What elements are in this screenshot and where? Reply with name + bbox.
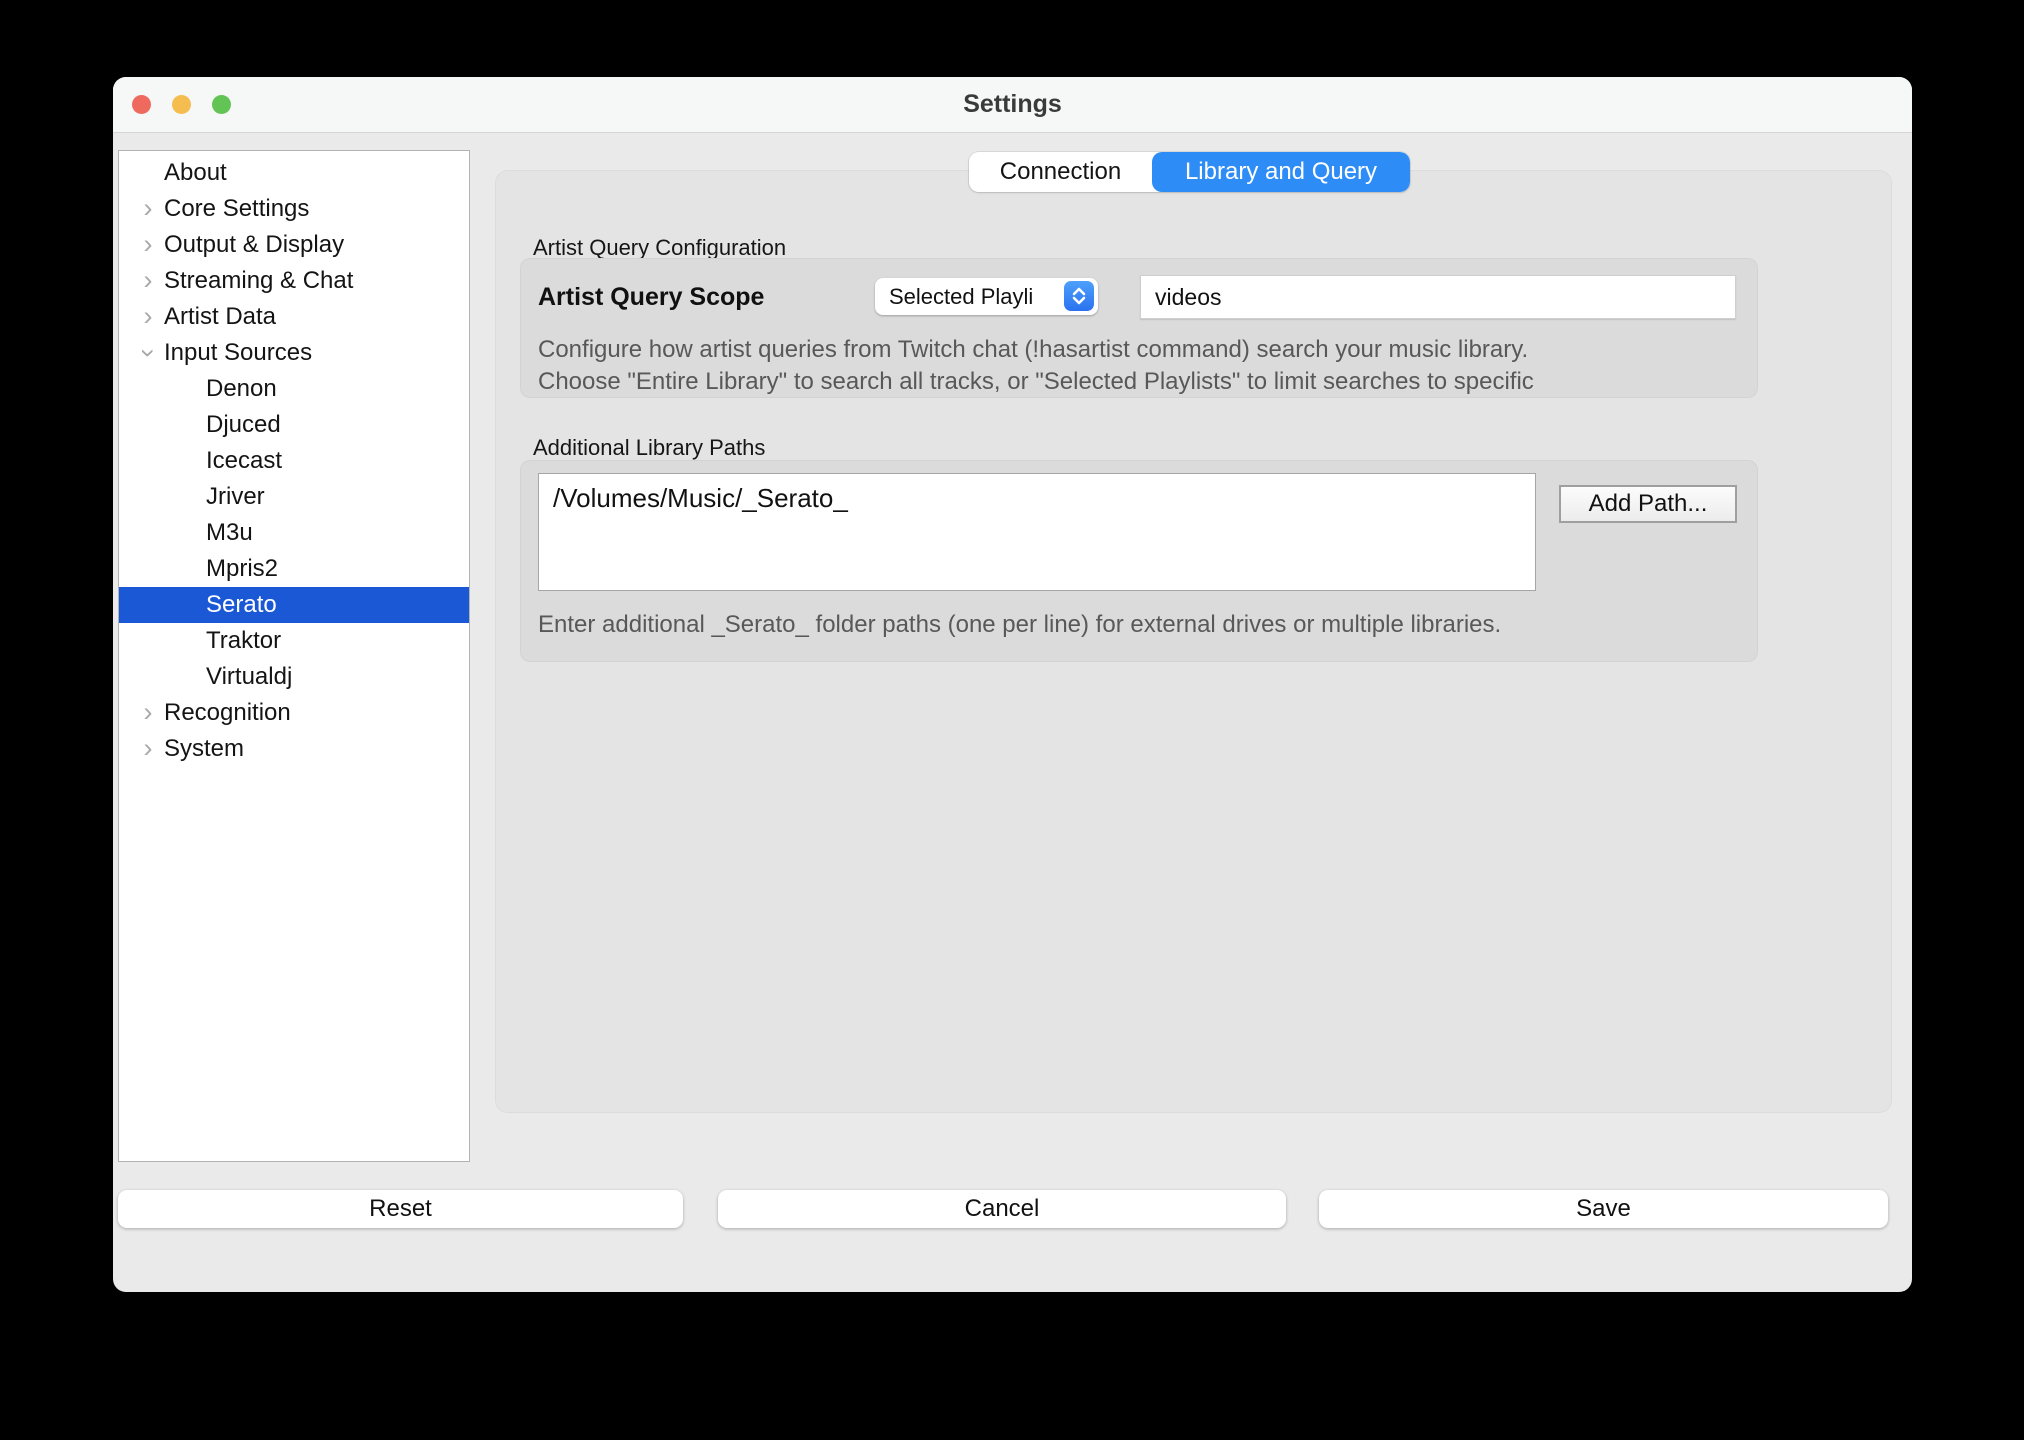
sidebar-item-icecast[interactable]: Icecast — [119, 443, 469, 479]
sidebar-item-about[interactable]: About — [119, 155, 469, 191]
sidebar-item-m3u[interactable]: M3u — [119, 515, 469, 551]
tab-library-and-query[interactable]: Library and Query — [1152, 152, 1410, 192]
sidebar-item-jriver[interactable]: Jriver — [119, 479, 469, 515]
library-paths-helper-text: Enter additional _Serato_ folder paths (… — [538, 610, 1740, 640]
sidebar-item-output-display[interactable]: ›Output & Display — [119, 227, 469, 263]
sidebar-item-label: Core Settings — [164, 191, 309, 227]
chevron-right-icon[interactable]: › — [135, 695, 161, 731]
sidebar-item-label: Output & Display — [164, 227, 344, 263]
sidebar-item-label: Recognition — [164, 695, 291, 731]
sidebar-item-label: System — [164, 731, 244, 767]
sidebar-item-label: Virtualdj — [206, 659, 292, 695]
sidebar-item-label: M3u — [206, 515, 253, 551]
sidebar-item-label: Denon — [206, 371, 277, 407]
settings-window: Settings About›Core Settings›Output & Di… — [113, 77, 1912, 1292]
sidebar-item-label: Mpris2 — [206, 551, 278, 587]
additional-library-paths-group: /Volumes/Music/_Serato_ Add Path... Ente… — [520, 460, 1758, 662]
title-bar: Settings — [113, 77, 1912, 133]
tab-bar: Connection Library and Query — [969, 152, 1410, 192]
artist-query-configuration-label: Artist Query Configuration — [533, 236, 786, 260]
sidebar-item-label: Streaming & Chat — [164, 263, 353, 299]
artist-query-configuration-group: Artist Query Scope Selected Playli Confi… — [520, 258, 1758, 398]
add-path-button[interactable]: Add Path... — [1559, 485, 1737, 523]
chevron-right-icon[interactable]: › — [135, 299, 161, 335]
sidebar-item-streaming-chat[interactable]: ›Streaming & Chat — [119, 263, 469, 299]
playlist-filter-input[interactable] — [1140, 275, 1736, 319]
tab-connection[interactable]: Connection — [969, 152, 1152, 192]
chevron-right-icon[interactable]: › — [135, 263, 161, 299]
chevron-right-icon[interactable]: › — [135, 731, 161, 767]
sidebar-item-system[interactable]: ›System — [119, 731, 469, 767]
sidebar-item-traktor[interactable]: Traktor — [119, 623, 469, 659]
sidebar-item-virtualdj[interactable]: Virtualdj — [119, 659, 469, 695]
chevron-right-icon[interactable]: › — [135, 227, 161, 263]
library-paths-textarea[interactable]: /Volumes/Music/_Serato_ — [538, 473, 1536, 591]
sidebar-item-label: Djuced — [206, 407, 281, 443]
sidebar-item-label: Icecast — [206, 443, 282, 479]
settings-category-tree: About›Core Settings›Output & Display›Str… — [118, 150, 470, 1162]
sidebar-item-serato[interactable]: Serato — [119, 587, 469, 623]
sidebar-item-label: Traktor — [206, 623, 281, 659]
artist-query-scope-dropdown[interactable]: Selected Playli — [875, 278, 1098, 315]
sidebar-item-artist-data[interactable]: ›Artist Data — [119, 299, 469, 335]
artist-query-scope-value: Selected Playli — [889, 278, 1055, 315]
sidebar-item-label: Serato — [206, 587, 277, 623]
chevron-down-icon[interactable]: › — [130, 340, 166, 366]
reset-button[interactable]: Reset — [118, 1190, 683, 1228]
cancel-button[interactable]: Cancel — [718, 1190, 1286, 1228]
window-title: Settings — [113, 77, 1912, 132]
sidebar-item-mpris2[interactable]: Mpris2 — [119, 551, 469, 587]
sidebar-item-label: Input Sources — [164, 335, 312, 371]
artist-query-helper-text: Configure how artist queries from Twitch… — [538, 334, 1740, 398]
chevron-right-icon[interactable]: › — [135, 191, 161, 227]
sidebar-item-denon[interactable]: Denon — [119, 371, 469, 407]
additional-library-paths-label: Additional Library Paths — [533, 436, 765, 460]
sidebar-item-djuced[interactable]: Djuced — [119, 407, 469, 443]
content-panel: Artist Query Configuration Artist Query … — [495, 170, 1892, 1113]
sidebar-item-label: About — [164, 155, 227, 191]
sidebar-item-label: Artist Data — [164, 299, 276, 335]
sidebar-item-core-settings[interactable]: ›Core Settings — [119, 191, 469, 227]
save-button[interactable]: Save — [1319, 1190, 1888, 1228]
sidebar-item-input-sources[interactable]: ›Input Sources — [119, 335, 469, 371]
sidebar-item-label: Jriver — [206, 479, 265, 515]
artist-query-scope-label: Artist Query Scope — [538, 283, 764, 312]
sidebar-item-recognition[interactable]: ›Recognition — [119, 695, 469, 731]
dropdown-stepper-icon — [1064, 281, 1094, 311]
